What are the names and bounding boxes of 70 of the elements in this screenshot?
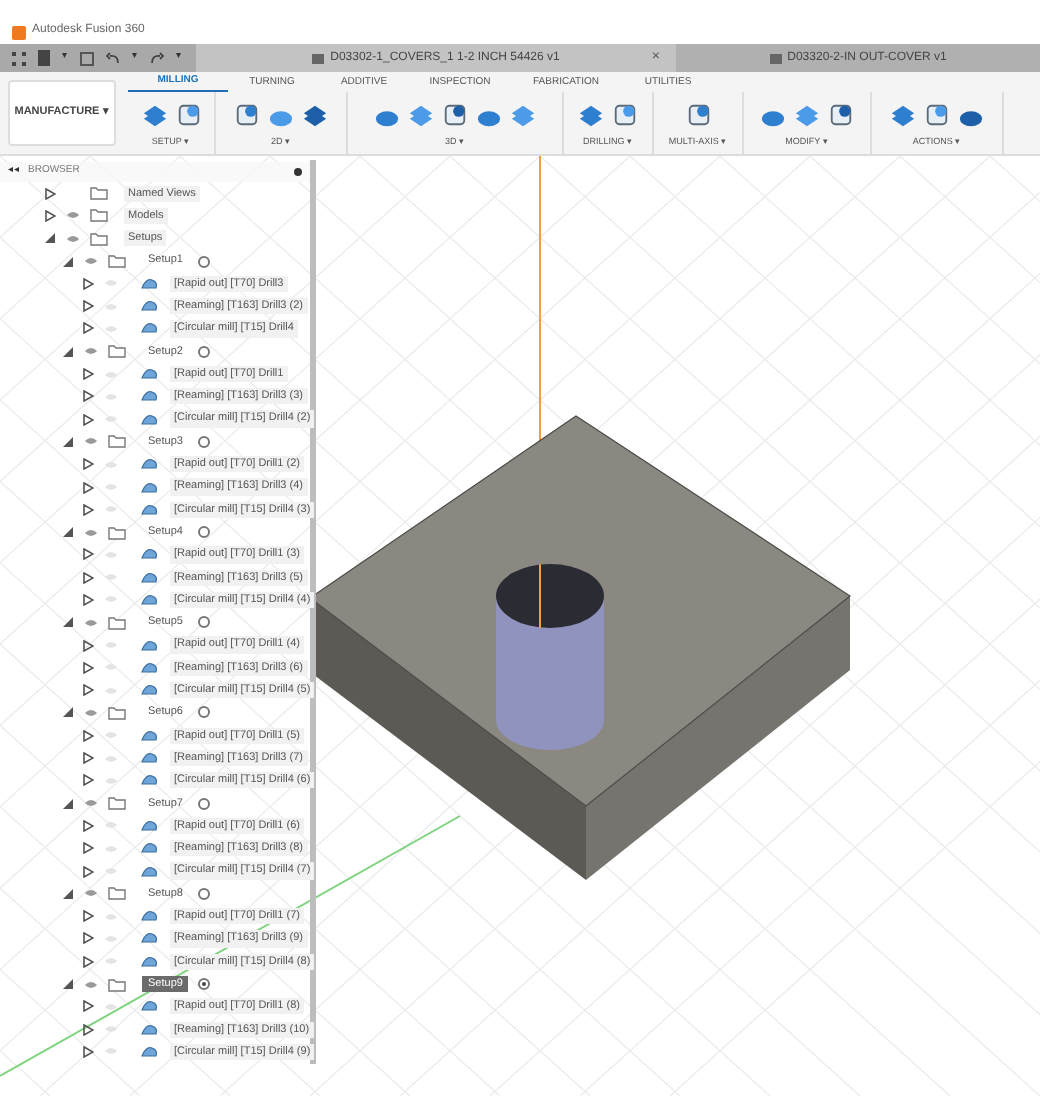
tool-icon[interactable]	[578, 102, 604, 128]
collapsed-triangle-icon[interactable]	[82, 684, 94, 697]
tool-icon[interactable]	[234, 102, 260, 128]
expanded-triangle-icon[interactable]	[62, 887, 74, 900]
folder-icon	[108, 977, 126, 992]
expanded-triangle-icon[interactable]	[62, 797, 74, 810]
expanded-triangle-icon[interactable]	[44, 232, 56, 245]
tool-icon[interactable]	[408, 102, 434, 128]
tool-icon[interactable]	[442, 102, 468, 128]
document-icon	[769, 53, 782, 63]
undo-icon[interactable]	[106, 52, 120, 64]
collapsed-triangle-icon[interactable]	[82, 390, 94, 403]
collapsed-triangle-icon[interactable]	[82, 458, 94, 471]
pin-icon[interactable]	[294, 168, 302, 176]
tool-icon[interactable]	[924, 102, 950, 128]
grid-menu-icon[interactable]	[12, 51, 26, 65]
expanded-triangle-icon[interactable]	[62, 706, 74, 719]
folder-icon	[108, 525, 126, 540]
collapsed-triangle-icon[interactable]	[82, 503, 94, 516]
document-icon	[312, 53, 325, 63]
collapsed-triangle-icon[interactable]	[82, 910, 94, 923]
tool-icon[interactable]	[612, 102, 638, 128]
redo-icon[interactable]	[150, 52, 164, 64]
save-icon[interactable]	[80, 51, 94, 65]
tool-icon[interactable]	[794, 102, 820, 128]
tool-icon[interactable]	[510, 102, 536, 128]
app-logo-icon	[12, 26, 26, 40]
collapsed-triangle-icon[interactable]	[82, 413, 94, 426]
collapsed-triangle-icon[interactable]	[82, 955, 94, 968]
collapsed-triangle-icon[interactable]	[82, 729, 94, 742]
expanded-triangle-icon[interactable]	[62, 255, 74, 268]
model-viewport-drawing[interactable]	[0, 156, 1040, 1096]
collapsed-triangle-icon[interactable]	[82, 481, 94, 493]
collapsed-triangle-icon[interactable]	[44, 209, 56, 222]
expanded-triangle-icon[interactable]	[62, 616, 74, 629]
collapsed-triangle-icon[interactable]	[82, 593, 94, 606]
collapsed-triangle-icon[interactable]	[82, 1023, 94, 1036]
collapsed-triangle-icon[interactable]	[82, 300, 94, 313]
collapsed-triangle-icon[interactable]	[82, 548, 94, 561]
expanded-triangle-icon[interactable]	[62, 345, 74, 358]
tool-icon[interactable]	[890, 102, 916, 128]
collapsed-triangle-icon[interactable]	[82, 661, 94, 674]
expanded-triangle-icon[interactable]	[62, 526, 74, 539]
collapsed-triangle-icon[interactable]	[82, 842, 94, 855]
collapsed-triangle-icon[interactable]	[82, 277, 94, 290]
collapsed-triangle-icon[interactable]	[82, 639, 94, 652]
tool-icon[interactable]	[302, 102, 328, 128]
folder-icon	[108, 796, 126, 811]
collapsed-triangle-icon[interactable]	[44, 187, 56, 200]
folder-icon	[108, 615, 126, 630]
collapsed-triangle-icon[interactable]	[82, 368, 94, 381]
collapsed-triangle-icon[interactable]	[82, 1045, 94, 1058]
tool-icon[interactable]	[175, 102, 201, 128]
collapsed-triangle-icon[interactable]	[82, 571, 94, 584]
tool-icon[interactable]	[141, 102, 167, 128]
folder-icon	[108, 434, 126, 449]
collapsed-triangle-icon[interactable]	[82, 752, 94, 765]
collapsed-triangle-icon[interactable]	[82, 774, 94, 787]
tool-icon[interactable]	[828, 102, 854, 128]
expanded-triangle-icon[interactable]	[62, 978, 74, 991]
collapsed-triangle-icon[interactable]	[82, 322, 94, 335]
folder-icon	[108, 344, 126, 359]
folder-icon	[108, 886, 126, 901]
expanded-triangle-icon[interactable]	[62, 435, 74, 448]
tool-icon[interactable]	[685, 102, 711, 128]
collapsed-triangle-icon[interactable]	[82, 819, 94, 832]
folder-icon	[108, 705, 126, 720]
collapsed-triangle-icon[interactable]	[82, 1000, 94, 1013]
collapsed-triangle-icon[interactable]	[82, 932, 94, 945]
collapsed-triangle-icon[interactable]	[82, 865, 94, 878]
